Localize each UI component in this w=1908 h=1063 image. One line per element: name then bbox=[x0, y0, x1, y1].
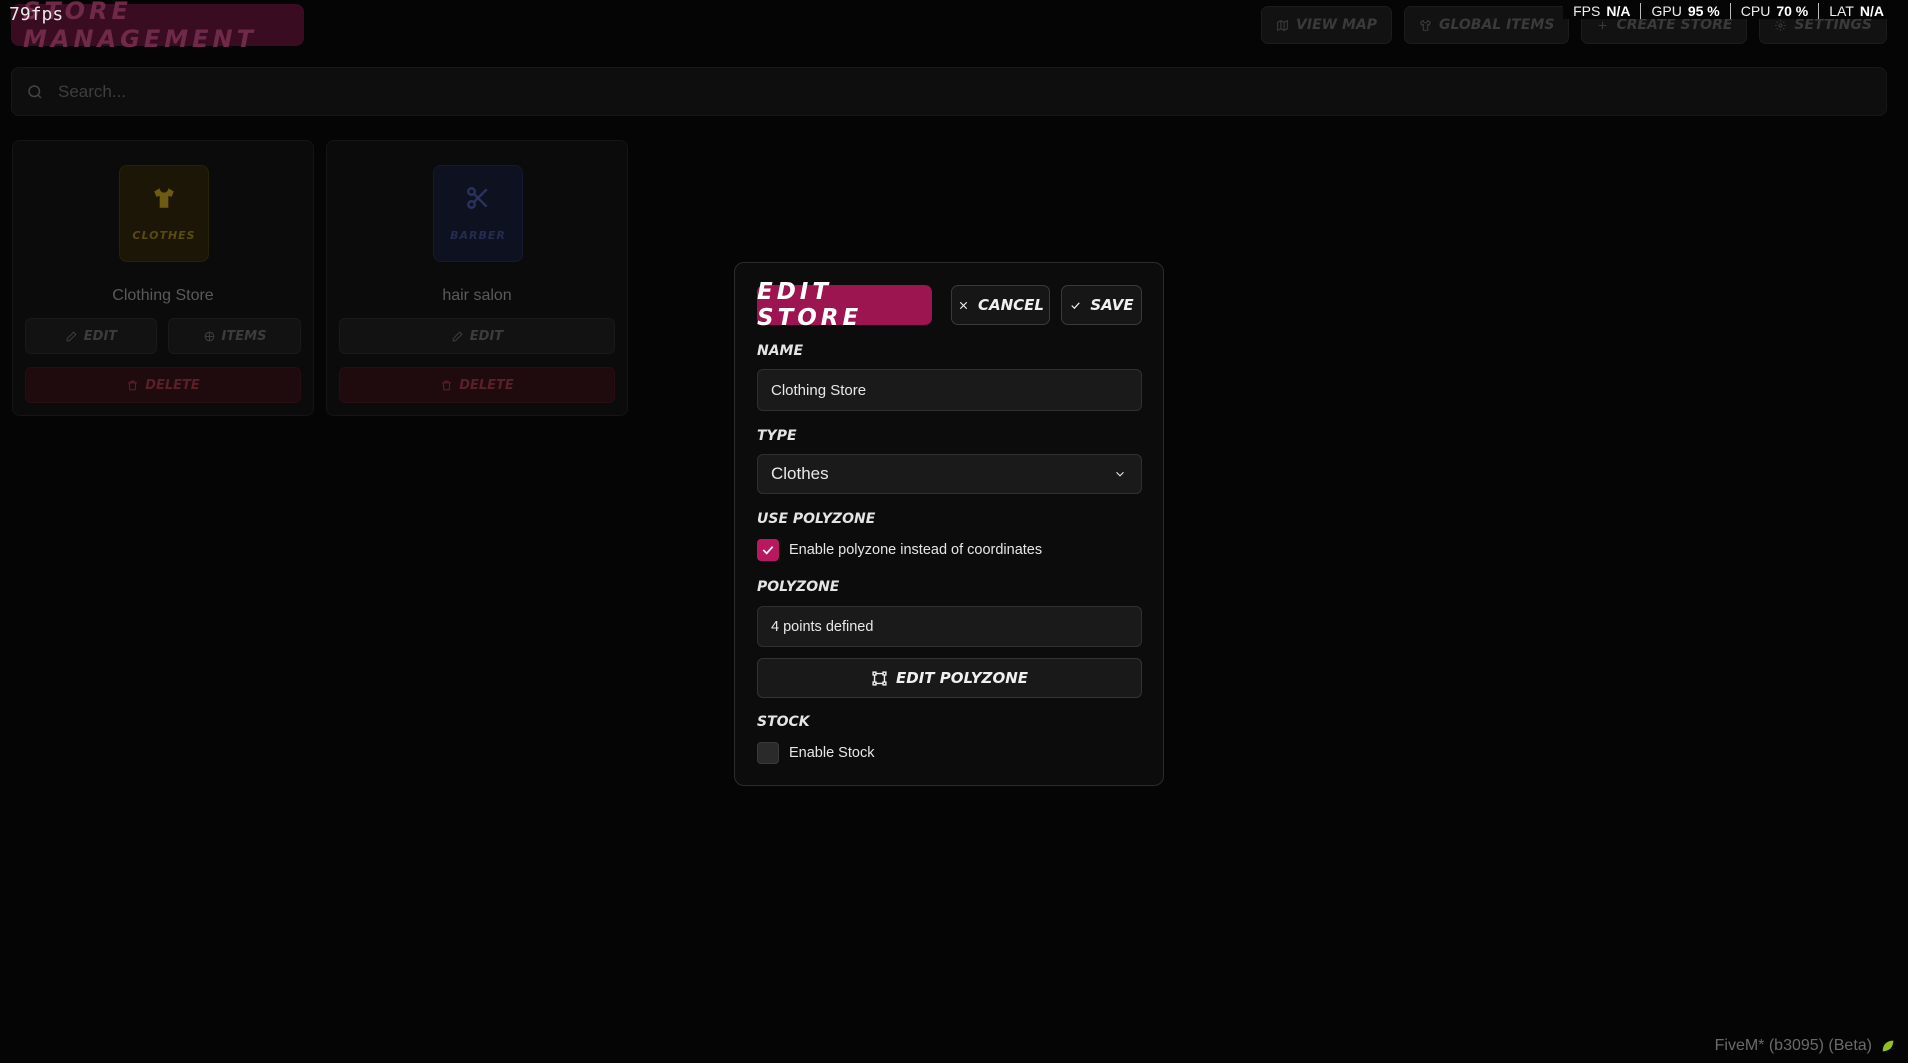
scissors-icon bbox=[467, 187, 488, 209]
check-icon bbox=[1071, 301, 1081, 309]
create-store-label: Create Store bbox=[1616, 17, 1733, 33]
cancel-button[interactable]: Cancel bbox=[951, 285, 1050, 325]
fivem-leaf-icon bbox=[1882, 1040, 1894, 1052]
edit-store-button[interactable]: Edit bbox=[25, 318, 157, 354]
map-icon bbox=[1277, 19, 1288, 31]
store-type-tag: CLOTHES bbox=[132, 229, 196, 242]
perf-fps-value: N/A bbox=[1606, 3, 1631, 19]
close-icon bbox=[959, 301, 968, 309]
use-polyzone-checkbox-text: Enable polyzone instead of coordinates bbox=[789, 542, 1043, 558]
view-map-button[interactable]: View Map bbox=[1261, 6, 1392, 44]
polyzone-label: Polyzone bbox=[757, 579, 840, 595]
store-type-badge: BARBER bbox=[433, 165, 523, 262]
polygon-icon bbox=[872, 670, 887, 686]
shirt-icon bbox=[154, 188, 174, 208]
delete-label: Delete bbox=[459, 377, 514, 393]
perf-fps-label: FPS bbox=[1573, 3, 1601, 19]
name-label: Name bbox=[757, 343, 804, 359]
delete-label: Delete bbox=[145, 377, 200, 393]
store-type-tag: BARBER bbox=[450, 229, 506, 242]
perf-gpu-value: 95 % bbox=[1687, 3, 1720, 19]
perf-gpu: GPU 95 % bbox=[1640, 3, 1729, 19]
perf-lat-label: LAT bbox=[1829, 3, 1854, 19]
perf-cpu: CPU 70 % bbox=[1729, 3, 1818, 19]
delete-store-button[interactable]: Delete bbox=[25, 367, 301, 403]
store-name: Clothing Store bbox=[112, 287, 214, 304]
delete-store-button[interactable]: Delete bbox=[339, 367, 615, 403]
page-title-text: STORE MANAGEMENT bbox=[23, 0, 257, 53]
perf-lat-value: N/A bbox=[1859, 3, 1884, 19]
search-bar bbox=[11, 67, 1887, 116]
type-select-value: Clothes bbox=[771, 464, 829, 483]
edit-label: Edit bbox=[469, 328, 504, 344]
gear-icon bbox=[1775, 19, 1787, 31]
store-card-hair-salon: BARBER hair salon Edit Delete bbox=[326, 140, 628, 416]
performance-overlay: FPS N/A GPU 95 % CPU 70 % LAT N/A bbox=[1563, 3, 1894, 19]
plus-icon bbox=[1599, 21, 1607, 29]
search-icon bbox=[28, 84, 42, 99]
use-polyzone-checkbox[interactable] bbox=[757, 539, 779, 561]
cancel-label: Cancel bbox=[978, 296, 1044, 314]
perf-cpu-value: 70 % bbox=[1776, 3, 1809, 19]
trash-icon bbox=[442, 380, 452, 390]
store-items-button[interactable]: Items bbox=[168, 318, 301, 354]
modal-title: Edit Store bbox=[757, 279, 932, 331]
perf-cpu-label: CPU bbox=[1740, 3, 1771, 19]
edit-label: Edit bbox=[83, 328, 118, 344]
polyzone-value-field: 4 points defined bbox=[757, 606, 1142, 647]
use-polyzone-row: Enable polyzone instead of coordinates bbox=[757, 539, 1042, 561]
edit-icon bbox=[452, 330, 463, 341]
chevron-down-icon bbox=[1116, 471, 1124, 477]
stock-row: Enable Stock bbox=[757, 742, 874, 764]
store-card-clothing-store: CLOTHES Clothing Store Edit Items Delete bbox=[12, 140, 314, 416]
stock-checkbox-text: Enable Stock bbox=[789, 745, 875, 761]
perf-fps: FPS N/A bbox=[1563, 3, 1640, 19]
perf-lat: LAT N/A bbox=[1818, 3, 1894, 19]
fps-counter: 79fps bbox=[9, 4, 64, 25]
type-select[interactable]: Clothes bbox=[757, 454, 1142, 494]
global-items-button[interactable]: Global Items bbox=[1403, 6, 1570, 44]
view-map-label: View Map bbox=[1296, 17, 1377, 33]
edit-store-modal: Edit Store Cancel Save Name Clothing Sto… bbox=[734, 262, 1164, 786]
trash-icon bbox=[128, 380, 138, 390]
save-label: Save bbox=[1090, 296, 1134, 314]
edit-icon bbox=[66, 330, 77, 341]
store-type-badge: CLOTHES bbox=[119, 165, 209, 262]
perf-gpu-label: GPU bbox=[1651, 3, 1682, 19]
search-input[interactable] bbox=[56, 80, 1760, 103]
version-label: FiveM* (b3095) (Beta) bbox=[1714, 1037, 1872, 1054]
edit-store-button[interactable]: Edit bbox=[339, 318, 615, 354]
global-items-label: Global Items bbox=[1438, 17, 1555, 33]
name-input[interactable]: Clothing Store bbox=[757, 369, 1142, 411]
edit-polyzone-label: Edit Polyzone bbox=[896, 669, 1028, 687]
stock-checkbox[interactable] bbox=[757, 742, 779, 764]
stock-label: Stock bbox=[757, 714, 810, 730]
shirt-icon bbox=[1419, 19, 1432, 31]
box-icon bbox=[204, 331, 214, 341]
check-icon bbox=[762, 546, 774, 555]
type-label: Type bbox=[757, 428, 797, 444]
items-label: Items bbox=[221, 328, 267, 344]
store-name: hair salon bbox=[442, 287, 512, 304]
edit-polyzone-button[interactable]: Edit Polyzone bbox=[757, 658, 1142, 698]
use-polyzone-label: Use Polyzone bbox=[757, 511, 876, 527]
save-button[interactable]: Save bbox=[1061, 285, 1142, 325]
settings-label: Settings bbox=[1794, 17, 1872, 33]
